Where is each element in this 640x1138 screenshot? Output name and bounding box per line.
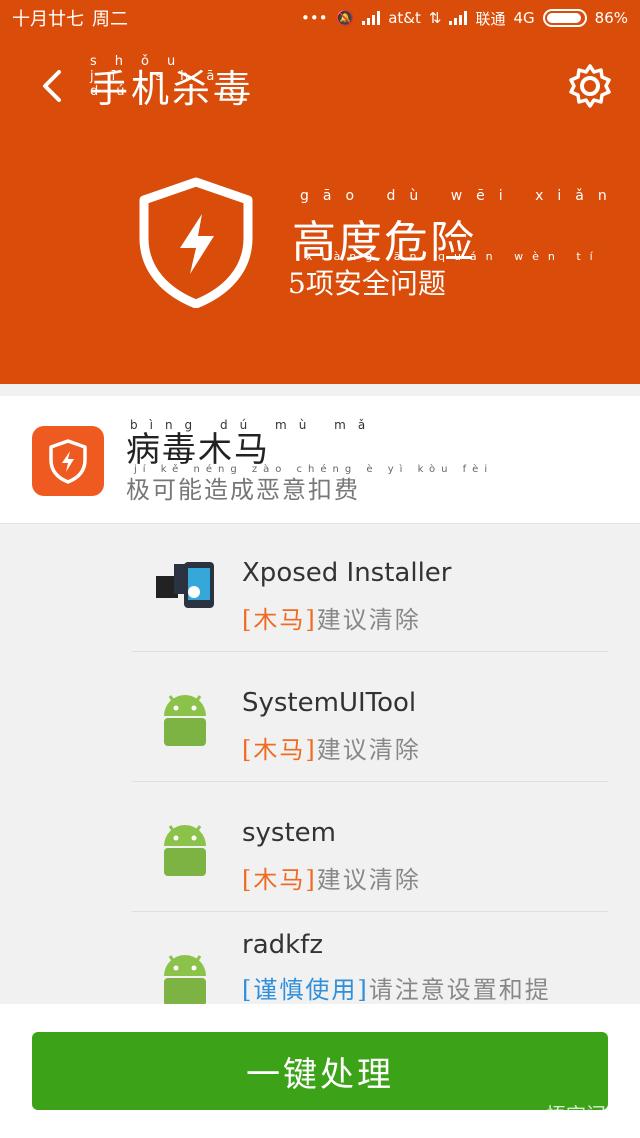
status-battery: 86%: [594, 9, 628, 27]
app-tag: [木马]建议清除: [242, 736, 421, 764]
threat-list: Xposed Installer [木马]建议清除 SystemUITool […: [0, 524, 640, 1004]
issue-count: 5项安全问题: [288, 267, 446, 300]
app-tag: [木马]建议清除: [242, 606, 421, 634]
title-pinyin: shǒu jī shā dú: [90, 54, 233, 99]
battery-icon: [542, 9, 587, 27]
bottom-bar: 一键处理 悟空问答: [0, 1004, 640, 1138]
settings-button[interactable]: [566, 62, 614, 110]
app-tag: [谨慎使用]请注意设置和提: [242, 976, 551, 1004]
header: shǒu jī shā dú 手机杀毒 gāo dù wēi xiǎn 高度危险…: [0, 36, 640, 384]
status-network: 4G: [513, 9, 535, 27]
shield-lightning-icon: [139, 177, 253, 308]
signal-icon: [362, 11, 381, 25]
list-item[interactable]: system [木马]建议清除: [132, 784, 608, 912]
android-icon: [164, 825, 206, 876]
android-icon: [164, 695, 206, 746]
app-name: system: [242, 818, 336, 848]
xposed-icon: [156, 562, 214, 608]
signal-icon-2: [449, 11, 468, 25]
list-item[interactable]: Xposed Installer [木马]建议清除: [132, 524, 608, 652]
category-card[interactable]: bìng dú mù mǎ 病毒木马 jí kě néng zào chéng …: [0, 396, 640, 524]
status-carrier2: 联通: [475, 9, 506, 28]
app-name: Xposed Installer: [242, 558, 452, 588]
action-label: 一键处理: [246, 1054, 394, 1095]
title-bar: shǒu jī shā dú 手机杀毒: [0, 36, 640, 136]
back-button[interactable]: [34, 64, 68, 108]
list-item[interactable]: radkfz [谨慎使用]请注意设置和提: [132, 914, 608, 1004]
app-name: SystemUITool: [242, 688, 417, 718]
status-date: 十月廿七: [12, 9, 84, 30]
app-name: radkfz: [242, 930, 323, 960]
watermark: 悟空问答: [546, 1103, 626, 1127]
category-subtitle: 极可能造成恶意扣费: [126, 476, 360, 504]
page-title: shǒu jī shā dú 手机杀毒: [90, 54, 255, 111]
status-weekday: 周二: [92, 9, 128, 30]
category-icon: [32, 426, 104, 496]
data-transfer-icon: ⇅: [428, 9, 442, 27]
more-dots-icon: •••: [301, 9, 328, 27]
app-tag: [木马]建议清除: [242, 866, 421, 894]
mute-icon: 🔕: [335, 9, 355, 27]
status-carrier1: at&t: [388, 9, 421, 27]
gear-icon: [569, 64, 611, 108]
back-icon: [43, 70, 61, 102]
risk-level-pinyin: gāo dù wēi xiǎn: [300, 188, 621, 204]
shield-lightning-icon: [49, 439, 87, 484]
list-item[interactable]: SystemUITool [木马]建议清除: [132, 654, 608, 782]
status-bar: 十月廿七 周二 ••• 🔕 at&t ⇅ 联通 4G 86%: [0, 0, 640, 36]
one-click-fix-button[interactable]: 一键处理: [32, 1032, 608, 1110]
android-icon: [164, 955, 206, 1004]
